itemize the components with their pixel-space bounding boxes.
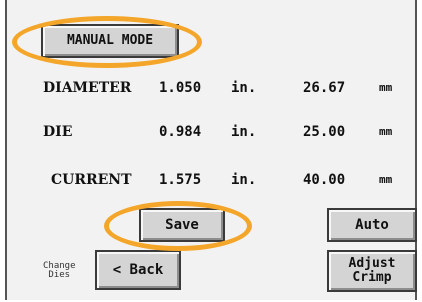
- value-mm: 26.67: [303, 80, 346, 96]
- row-label: CURRENT: [51, 172, 132, 188]
- save-button[interactable]: Save: [139, 208, 225, 242]
- die-row: DIE 0.984 in. 25.00 mm: [7, 120, 415, 144]
- unit-mm: mm: [379, 125, 393, 138]
- value-inches: 0.984: [159, 124, 202, 140]
- value-mm: 40.00: [303, 172, 346, 188]
- hmi-screen: MANUAL MODE DIAMETER 1.050 in. 26.67 mm …: [5, 0, 417, 300]
- value-mm: 25.00: [303, 124, 346, 140]
- unit-inches: in.: [231, 80, 257, 96]
- row-label: DIAMETER: [43, 80, 132, 96]
- unit-mm: mm: [379, 81, 393, 94]
- auto-button[interactable]: Auto: [327, 208, 417, 242]
- value-inches: 1.575: [159, 172, 202, 188]
- unit-inches: in.: [231, 124, 257, 140]
- diameter-row: DIAMETER 1.050 in. 26.67 mm: [7, 76, 415, 100]
- unit-mm: mm: [379, 173, 393, 186]
- adjust-crimp-button[interactable]: Adjust Crimp: [327, 250, 417, 292]
- unit-inches: in.: [231, 172, 257, 188]
- value-inches: 1.050: [159, 80, 202, 96]
- row-label: DIE: [43, 124, 73, 140]
- back-button[interactable]: < Back: [95, 250, 181, 290]
- change-dies-label: Change Dies: [43, 261, 76, 280]
- manual-mode-button[interactable]: MANUAL MODE: [41, 24, 179, 58]
- current-row: CURRENT 1.575 in. 40.00 mm: [7, 168, 415, 192]
